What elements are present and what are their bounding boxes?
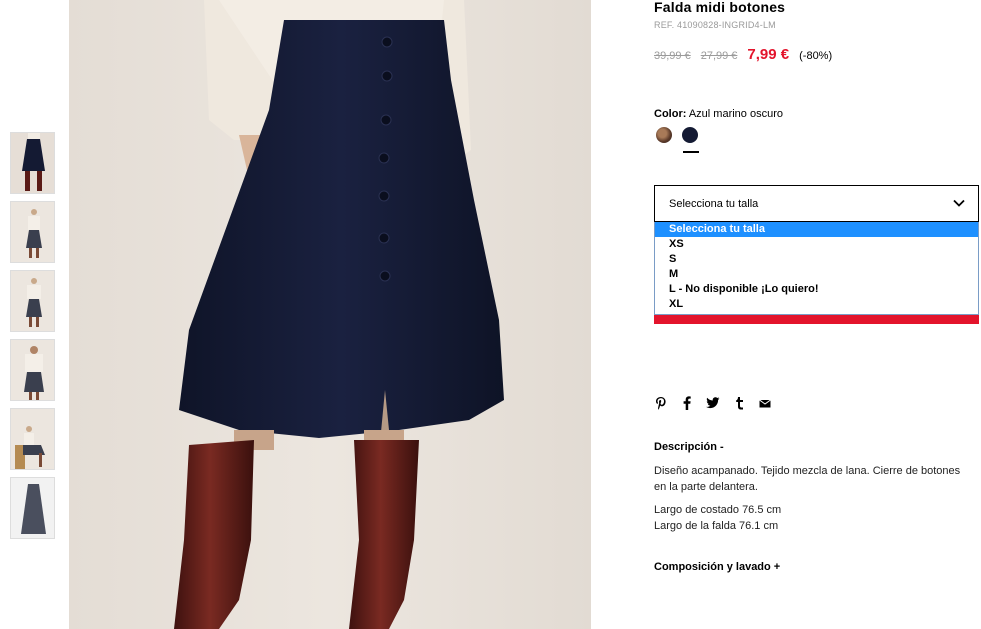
description-body: Diseño acampanado. Tejido mezcla de lana… — [654, 464, 974, 534]
thumbnail-2[interactable] — [10, 201, 55, 263]
thumbnail-image — [24, 346, 44, 400]
thumbnail-6[interactable] — [10, 477, 55, 539]
size-dropdown-list: Selecciona tu talla XS S M L - No dispon… — [654, 222, 979, 315]
thumbnail-image — [15, 426, 45, 469]
size-option-xs[interactable]: XS — [655, 237, 978, 252]
thumbnail-1[interactable] — [10, 132, 55, 194]
size-option-xl[interactable]: XL — [655, 297, 978, 312]
price-row: 39,99 € 27,99 € 7,99 € (-80%) — [654, 46, 832, 63]
color-value: Azul marino oscuro — [688, 108, 783, 120]
thumbnail-strip — [10, 132, 55, 546]
size-select-value: Selecciona tu talla — [669, 198, 759, 210]
chevron-down-icon — [953, 199, 965, 207]
price-original: 39,99 € — [654, 50, 691, 62]
color-label-row: Color: Azul marino oscuro — [654, 108, 783, 120]
thumbnail-image — [26, 278, 42, 327]
size-option-l[interactable]: L - No disponible ¡Lo quiero! — [655, 282, 978, 297]
color-swatch-brown[interactable] — [656, 127, 672, 143]
size-option-placeholder[interactable]: Selecciona tu talla — [655, 222, 978, 237]
product-title: Falda midi botones — [654, 0, 786, 15]
description-heading[interactable]: Descripción - — [654, 441, 724, 453]
thumbnail-4[interactable] — [10, 339, 55, 401]
discount-badge: (-80%) — [799, 50, 833, 62]
product-photo — [69, 0, 591, 629]
thumbnail-image — [22, 133, 45, 191]
color-swatches — [656, 127, 698, 143]
price-current: 7,99 € — [747, 46, 790, 63]
add-to-bag-button[interactable] — [654, 315, 979, 324]
thumbnail-image — [21, 484, 46, 534]
main-product-image[interactable] — [69, 0, 591, 629]
pinterest-icon[interactable] — [654, 396, 668, 410]
size-option-m[interactable]: M — [655, 267, 978, 282]
selected-swatch-indicator — [683, 151, 699, 153]
color-swatch-navy[interactable] — [682, 127, 698, 143]
composition-heading[interactable]: Composición y lavado + — [654, 561, 780, 573]
price-previous: 27,99 € — [700, 50, 738, 62]
facebook-icon[interactable] — [680, 396, 694, 410]
size-option-s[interactable]: S — [655, 252, 978, 267]
share-icons — [654, 396, 772, 410]
thumbnail-3[interactable] — [10, 270, 55, 332]
thumbnail-5[interactable] — [10, 408, 55, 470]
size-select[interactable]: Selecciona tu talla — [654, 185, 979, 222]
color-label: Color: — [654, 108, 687, 120]
description-side-length: Largo de costado 76.5 cm — [654, 504, 782, 516]
description-skirt-length: Largo de la falda 76.1 cm — [654, 519, 779, 532]
thumbnail-image — [26, 209, 42, 258]
email-icon[interactable] — [758, 396, 772, 410]
tumblr-icon[interactable] — [732, 396, 746, 410]
twitter-icon[interactable] — [706, 396, 720, 410]
description-text: Diseño acampanado. Tejido mezcla de lana… — [654, 465, 961, 493]
product-ref: REF. 41090828-INGRID4-LM — [654, 20, 776, 30]
